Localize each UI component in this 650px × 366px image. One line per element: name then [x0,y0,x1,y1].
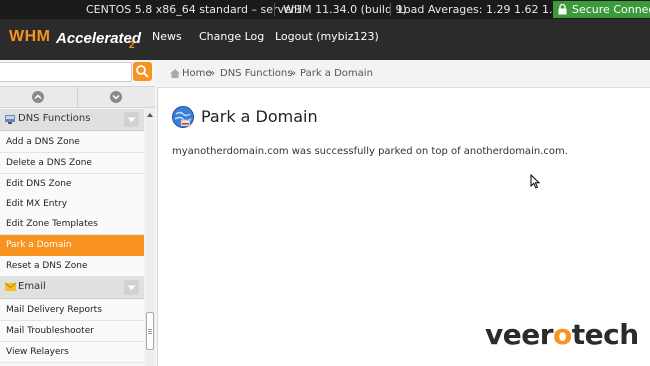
watermark-text: veer [485,318,554,351]
search-icon [136,65,149,78]
status-divider [274,3,275,16]
sidebar-category-dns-functions[interactable]: DNS Functions [0,109,144,131]
breadcrumb-separator: » [290,68,297,79]
scrollbar-thumb[interactable] [146,312,154,350]
sidebar-item-label: Edit Zone Templates [6,219,98,229]
collapse-toggle[interactable] [124,280,139,295]
sidebar-item-label: Add a DNS Zone [6,137,80,147]
grip-line [148,333,152,334]
nav-logout-link[interactable]: Logout (mybiz123) [275,30,379,43]
app-header: WHM Accelerated 2 News Change Log Logout… [0,19,650,60]
secure-connection-badge: Secure Connection [553,1,650,18]
sidebar-item-label: Park a Domain [6,240,72,250]
sidebar-item-label: Reset a DNS Zone [6,261,88,271]
mouse-cursor-icon [530,174,541,189]
sidebar: DNS Functions Add a DNS Zone Delete a DN… [0,60,158,366]
breadcrumb: Home » DNS Functions » Park a Domain [157,60,650,88]
sidebar-item-park-a-domain[interactable]: Park a Domain [0,235,144,256]
sidebar-item-edit-dns-zone[interactable]: Edit DNS Zone [0,174,144,195]
logo-whm-text: WHM [9,28,51,45]
dns-icon [5,115,15,124]
breadcrumb-home-link[interactable]: Home [182,68,212,79]
park-domain-icon [172,106,194,128]
sidebar-item-label: Mail Delivery Reports [6,305,102,315]
chevron-down-icon [112,94,120,100]
divider [77,87,78,107]
sidebar-item-label: Edit DNS Zone [6,179,72,189]
logo-version: 2 [129,40,135,51]
sidebar-item-mail-delivery-reports[interactable]: Mail Delivery Reports [0,300,144,321]
breadcrumb-current: Park a Domain [300,68,373,79]
sidebar-category-email[interactable]: Email [0,277,144,299]
success-message: myanotherdomain.com was successfully par… [172,146,568,157]
category-label: Email [18,281,46,292]
scroll-up-button[interactable] [32,91,44,103]
sidebar-item-edit-mx-entry[interactable]: Edit MX Entry [0,194,144,215]
sidebar-item-mail-troubleshooter[interactable]: Mail Troubleshooter [0,321,144,342]
sidebar-item-label: Edit MX Entry [6,199,68,209]
watermark-accent: o [553,318,572,351]
veerotech-watermark: veerotech [485,318,639,351]
breadcrumb-separator: » [209,68,216,79]
breadcrumb-section-link[interactable]: DNS Functions [220,68,292,79]
whm-version: WHM 11.34.0 (build 9) [283,3,407,16]
sidebar-item-add-dns-zone[interactable]: Add a DNS Zone [0,132,144,153]
page-title: Park a Domain [201,107,318,126]
nav-news-link[interactable]: News [152,30,182,43]
status-bar: CENTOS 5.8 x86_64 standard – server1 WHM… [0,0,650,19]
home-icon [170,69,180,78]
sidebar-item-label: View Relayers [6,347,69,357]
load-averages: Load Averages: 1.29 1.62 1.62 [398,3,567,16]
grip-line [148,331,152,332]
scroll-up-arrow-icon[interactable] [147,112,153,118]
status-divider [390,3,391,16]
sidebar-item-view-relayers[interactable]: View Relayers [0,342,144,363]
nav-changelog-link[interactable]: Change Log [199,30,264,43]
watermark-text: tech [571,318,639,351]
chevron-up-icon [34,94,42,100]
chevron-down-icon [127,285,136,290]
sidebar-item-delete-dns-zone[interactable]: Delete a DNS Zone [0,153,144,174]
secure-label: Secure Connection [572,3,650,16]
sidebar-item-label: Mail Troubleshooter [6,326,94,336]
sidebar-item-edit-zone-templates[interactable]: Edit Zone Templates [0,214,144,235]
collapse-toggle[interactable] [124,112,139,127]
search-button[interactable] [133,62,152,81]
scroll-down-button[interactable] [110,91,122,103]
server-info: CENTOS 5.8 x86_64 standard – server1 [86,3,303,16]
grip-line [148,329,152,330]
category-label: DNS Functions [18,113,91,124]
sidebar-item-label: Delete a DNS Zone [6,158,92,168]
sidebar-item-reset-dns-zone[interactable]: Reset a DNS Zone [0,256,144,277]
sidebar-scroll-controls [0,86,155,108]
chevron-down-icon [127,117,136,122]
lock-icon [558,4,567,15]
sidebar-search-input[interactable] [0,62,132,82]
envelope-icon [5,282,16,291]
